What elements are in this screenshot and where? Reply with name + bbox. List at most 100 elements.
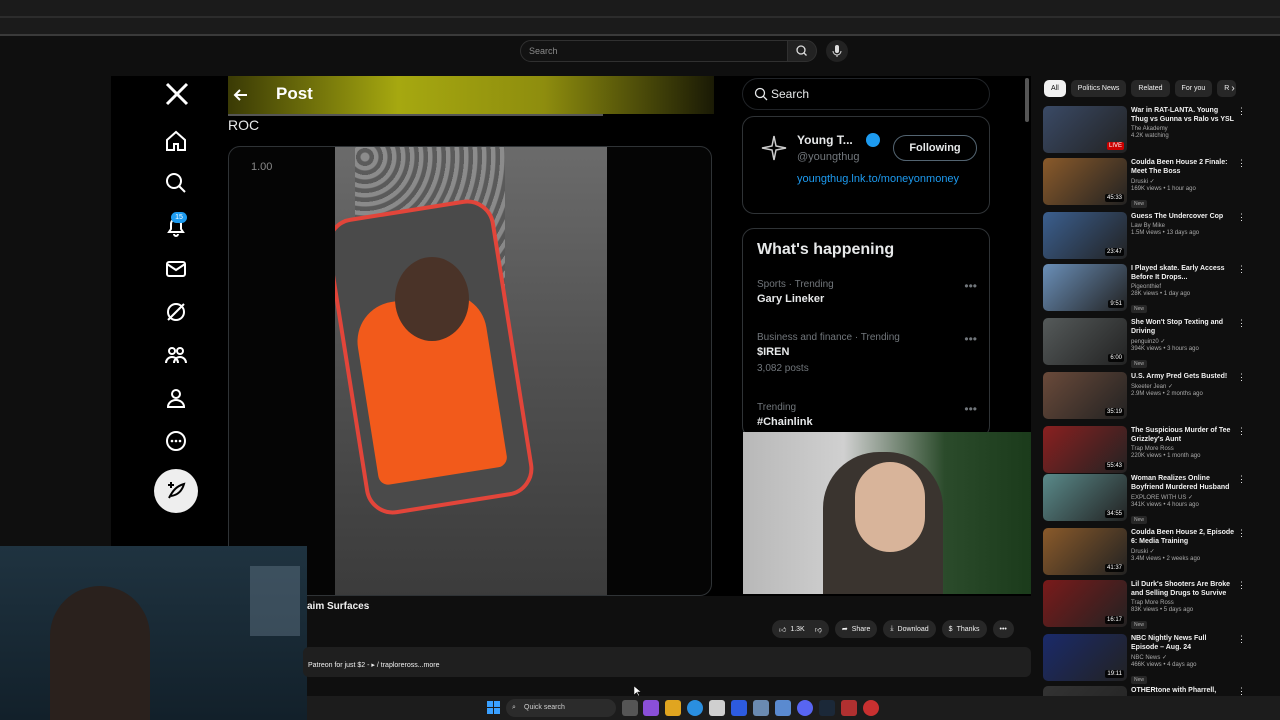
channel-name[interactable]: Pigeonthief — [1131, 284, 1235, 290]
steam-icon[interactable] — [819, 700, 835, 716]
video-title[interactable]: U.S. Army Pred Gets Busted! — [1131, 372, 1235, 381]
channel-name[interactable]: The Akademy — [1131, 126, 1235, 132]
download-button[interactable]: ⤓ Download — [883, 620, 936, 638]
more-vertical-icon[interactable]: ⋮ — [1237, 106, 1246, 117]
chevron-right-icon[interactable]: › — [1226, 82, 1240, 96]
channel-name[interactable]: Druski ✓ — [1131, 178, 1235, 185]
more-vertical-icon[interactable]: ⋮ — [1237, 474, 1246, 485]
more-options-icon[interactable]: ••• — [964, 402, 977, 416]
channel-name[interactable]: NBC News ✓ — [1131, 654, 1235, 661]
profile-person-icon[interactable] — [161, 383, 191, 413]
recommended-video[interactable]: 19:11 NBC Nightly News Full Episode – Aug… — [1043, 634, 1248, 684]
file-explorer-icon[interactable] — [665, 700, 681, 716]
channel-name[interactable]: EXPLORE WITH US ✓ — [1131, 494, 1235, 501]
youtube-search-input[interactable]: Search — [520, 40, 788, 62]
scrollbar[interactable] — [1025, 78, 1029, 122]
more-vertical-icon[interactable]: ⋮ — [1237, 264, 1246, 275]
chip-politics-news[interactable]: Politics News — [1070, 80, 1127, 97]
more-vertical-icon[interactable]: ⋮ — [1237, 158, 1246, 169]
voice-search-button[interactable] — [826, 40, 848, 62]
video-title[interactable]: Woman Realizes Online Boyfriend Murdered… — [1131, 474, 1235, 492]
more-vertical-icon[interactable]: ⋮ — [1237, 426, 1246, 437]
more-vertical-icon[interactable]: ⋮ — [1237, 212, 1246, 223]
youtube-search-button[interactable] — [787, 40, 817, 62]
more-vertical-icon[interactable]: ⋮ — [1237, 318, 1246, 329]
chip-for-you[interactable]: For you — [1174, 80, 1213, 97]
video-thumbnail[interactable]: 35:19 — [1043, 372, 1127, 419]
trend-item[interactable]: Trending #Chainlink ••• — [757, 402, 977, 428]
explore-search-icon[interactable] — [161, 168, 191, 198]
more-vertical-icon[interactable]: ⋮ — [1237, 634, 1246, 645]
video-title[interactable]: Lil Durk's Shooters Are Broke and Sellin… — [1131, 580, 1235, 598]
video-thumbnail[interactable]: LIVE — [1043, 106, 1127, 153]
communities-icon[interactable] — [161, 340, 191, 370]
recommended-video[interactable]: 6:00 She Won't Stop Texting and Driving pe… — [1043, 318, 1248, 368]
video-thumbnail[interactable]: 45:33 — [1043, 158, 1127, 205]
app-icon[interactable] — [841, 700, 857, 716]
video-title[interactable]: I Played skate. Early Access Before It D… — [1131, 264, 1235, 282]
avatar[interactable] — [759, 133, 789, 163]
store-icon[interactable] — [709, 700, 725, 716]
recommended-video[interactable]: 34:55 Woman Realizes Online Boyfriend Mur… — [1043, 474, 1248, 524]
discord-icon[interactable] — [797, 700, 813, 716]
x-search-input[interactable]: Search — [742, 78, 990, 110]
app-icon[interactable] — [753, 700, 769, 716]
compose-post-button[interactable] — [154, 469, 198, 513]
video-thumbnail[interactable]: 41:37 — [1043, 528, 1127, 575]
channel-name[interactable]: Skeeter Jean ✓ — [1131, 383, 1235, 390]
video-title[interactable]: Coulda Been House 2 Finale: Meet The Bos… — [1131, 158, 1235, 176]
following-button[interactable]: Following — [893, 135, 977, 161]
recommended-video[interactable]: 9:51 I Played skate. Early Access Before … — [1043, 264, 1248, 314]
recommended-video[interactable]: LIVE War in RAT-LANTA. Young Thug vs Gunn… — [1043, 106, 1248, 156]
video-description[interactable]: Patreon for just $2 - ▸ / traploreross..… — [303, 647, 1031, 677]
channel-name[interactable]: Trap More Ross — [1131, 446, 1235, 452]
x-logo-icon[interactable] — [163, 80, 191, 108]
video-thumbnail[interactable]: 55:43 — [1043, 426, 1127, 473]
video-thumbnail[interactable]: 6:00 — [1043, 318, 1127, 365]
app-icon[interactable] — [775, 700, 791, 716]
windows-start-icon[interactable] — [487, 701, 500, 714]
video-title[interactable]: She Won't Stop Texting and Driving — [1131, 318, 1235, 336]
more-vertical-icon[interactable]: ⋮ — [1237, 580, 1246, 591]
home-icon[interactable] — [161, 126, 191, 156]
recommended-video[interactable]: 16:17 Lil Durk's Shooters Are Broke and S… — [1043, 580, 1248, 630]
like-button[interactable]: 👍︎ 1.3K 👎︎ — [772, 620, 829, 638]
more-options-icon[interactable]: ••• — [964, 332, 977, 346]
recommended-video[interactable]: 55:43 The Suspicious Murder of Tee Grizzl… — [1043, 426, 1248, 476]
thumbs-down-icon[interactable]: 👎︎ — [815, 625, 822, 634]
more-vertical-icon[interactable]: ⋮ — [1237, 528, 1246, 539]
task-view-icon[interactable] — [622, 700, 638, 716]
channel-name[interactable]: Law By Mike — [1131, 223, 1235, 229]
more-vertical-icon[interactable]: ⋮ — [1237, 372, 1246, 383]
recommended-video[interactable]: 41:37 Coulda Been House 2, Episode 6: Med… — [1043, 528, 1248, 578]
recommended-video[interactable]: 45:33 Coulda Been House 2 Finale: Meet Th… — [1043, 158, 1248, 208]
more-options-icon[interactable]: ••• — [964, 279, 977, 293]
video-title[interactable]: NBC Nightly News Full Episode – Aug. 24 — [1131, 634, 1235, 652]
video-thumbnail[interactable]: 9:51 — [1043, 264, 1127, 311]
chip-all[interactable]: All — [1044, 80, 1066, 97]
video-thumbnail[interactable]: 34:55 — [1043, 474, 1127, 521]
chip-related[interactable]: Related — [1131, 80, 1170, 97]
post-video-player[interactable]: 1.00 — [228, 146, 712, 596]
profile-link[interactable]: youngthug.lnk.to/moneyonmoney — [797, 171, 977, 187]
more-circle-icon[interactable] — [161, 426, 191, 456]
share-button[interactable]: ➦ Share — [834, 620, 878, 638]
grok-icon[interactable] — [161, 297, 191, 327]
thanks-button[interactable]: $ Thanks — [941, 620, 987, 638]
messages-mail-icon[interactable] — [161, 254, 191, 284]
trend-item[interactable]: Sports · Trending Gary Lineker ••• — [757, 279, 977, 305]
channel-name[interactable]: Trap More Ross — [1131, 600, 1235, 606]
launcher-l-icon[interactable] — [731, 700, 747, 716]
channel-name[interactable]: Druski ✓ — [1131, 548, 1235, 555]
trend-item[interactable]: Business and finance · Trending $IREN 3,… — [757, 332, 977, 374]
video-thumbnail[interactable]: 19:11 — [1043, 634, 1127, 681]
more-actions-button[interactable]: ••• — [992, 620, 1014, 638]
video-title[interactable]: The Suspicious Murder of Tee Grizzley's … — [1131, 426, 1235, 444]
video-title[interactable]: War in RAT-LANTA. Young Thug vs Gunna vs… — [1131, 106, 1235, 124]
edge-browser-icon[interactable] — [687, 700, 703, 716]
video-thumbnail[interactable]: 23:47 — [1043, 212, 1127, 259]
back-arrow-icon[interactable] — [228, 82, 254, 108]
video-thumbnail[interactable]: 16:17 — [1043, 580, 1127, 627]
taskbar-search[interactable]: ⌕ Quick search — [506, 699, 616, 717]
recommended-video[interactable]: 23:47 Guess The Undercover Cop Law By Mike… — [1043, 212, 1248, 262]
